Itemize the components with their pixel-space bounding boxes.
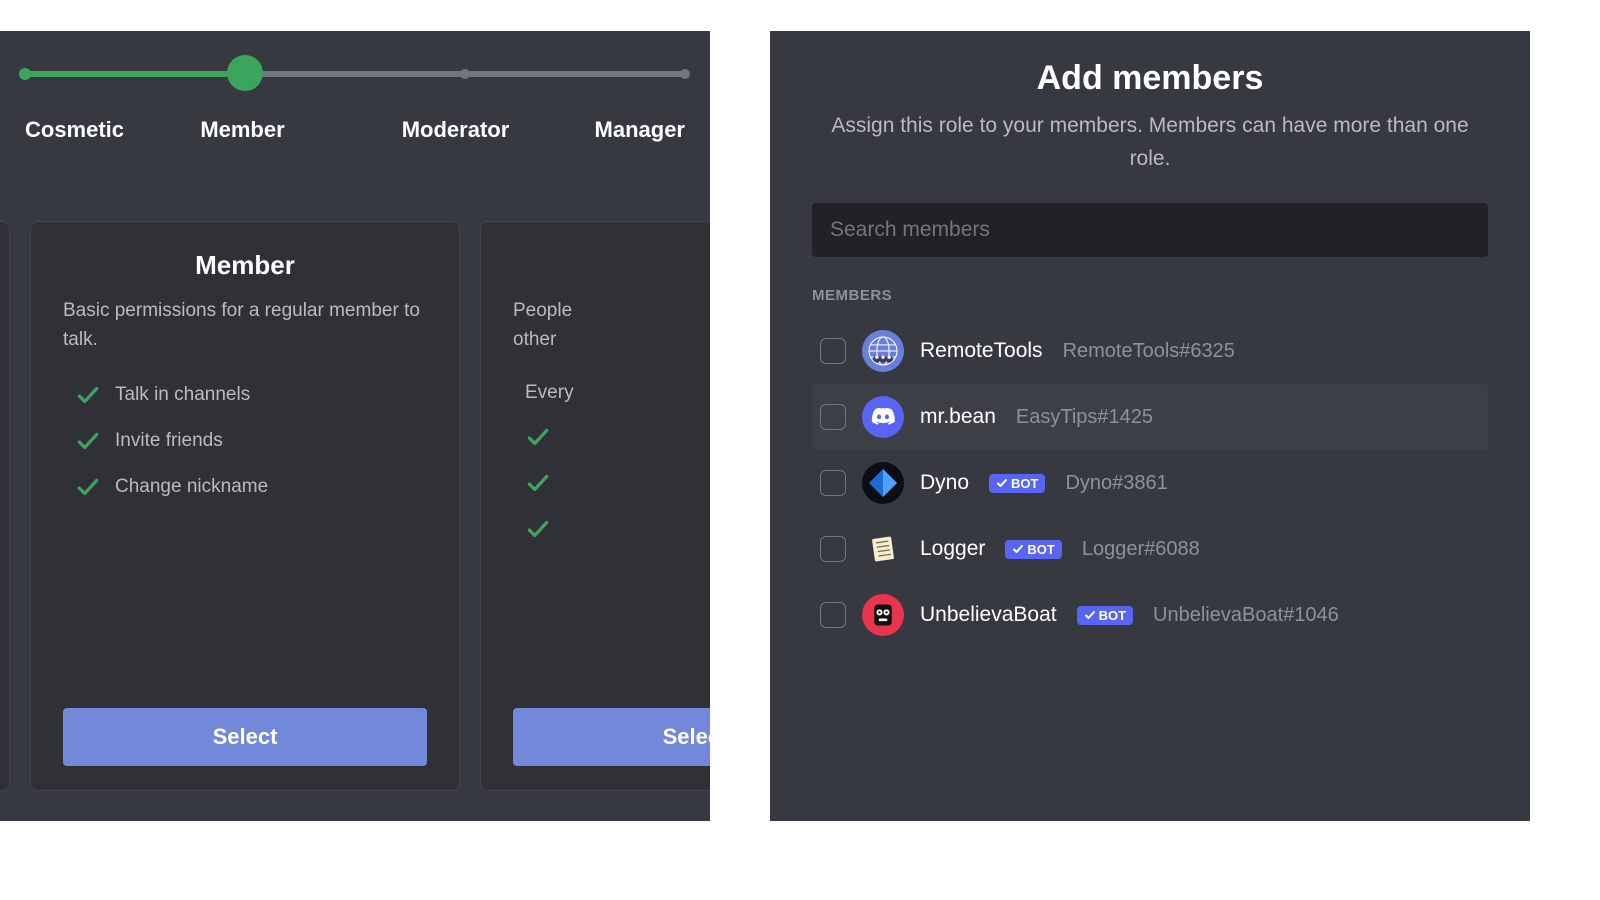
- member-name: mr.bean: [920, 405, 996, 429]
- permission-item: [525, 506, 710, 552]
- stepper-labels: Cosmetic Member Moderator Manager: [25, 117, 685, 143]
- role-picker-panel: Cosmetic Member Moderator Manager bels S…: [0, 31, 710, 821]
- select-button[interactable]: Select: [513, 708, 710, 766]
- permission-label: Talk in channels: [115, 384, 250, 406]
- role-card-cosmetic: bels Select: [0, 221, 10, 791]
- check-icon: [75, 428, 101, 454]
- bot-badge: BOT: [989, 474, 1045, 493]
- member-name: RemoteTools: [920, 339, 1043, 363]
- add-members-title: Add members: [812, 59, 1488, 98]
- permission-item: Invite friends: [75, 418, 427, 464]
- member-checkbox[interactable]: [820, 470, 846, 496]
- member-checkbox[interactable]: [820, 602, 846, 628]
- member-checkbox[interactable]: [820, 404, 846, 430]
- check-icon: [75, 474, 101, 500]
- stepper-fill: [25, 71, 245, 77]
- member-row[interactable]: UnbelievaBoat BOT UnbelievaBoat#1046: [812, 582, 1488, 648]
- check-icon: [525, 470, 551, 496]
- avatar: [862, 396, 904, 438]
- check-icon: [525, 424, 551, 450]
- member-tag: Dyno#3861: [1065, 472, 1167, 495]
- member-tag: UnbelievaBoat#1046: [1153, 604, 1339, 627]
- permission-label: Invite friends: [115, 430, 223, 452]
- permission-item: Change nickname: [75, 464, 427, 510]
- bot-badge-label: BOT: [1027, 542, 1054, 557]
- role-card-member: Member Basic permissions for a regular m…: [30, 221, 460, 791]
- bot-badge-label: BOT: [1099, 608, 1126, 623]
- member-tag: RemoteTools#6325: [1063, 340, 1235, 363]
- member-name: Logger: [920, 537, 985, 561]
- permissions-list: Talk in channels Invite friends Change n…: [75, 372, 427, 708]
- stepper-dot-moderator[interactable]: [460, 69, 470, 79]
- step-label-member[interactable]: Member: [160, 117, 325, 143]
- member-tag: EasyTips#1425: [1016, 406, 1153, 429]
- search-members-input[interactable]: [812, 203, 1488, 257]
- avatar: [862, 462, 904, 504]
- permissions-list: Every: [525, 372, 710, 708]
- permission-label: Every: [525, 382, 574, 404]
- role-stepper[interactable]: [25, 59, 685, 99]
- add-members-panel: Add members Assign this role to your mem…: [770, 31, 1530, 821]
- permission-label: Change nickname: [115, 476, 268, 498]
- stepper-dot-cosmetic[interactable]: [19, 68, 31, 80]
- avatar: [862, 528, 904, 570]
- permission-item: [525, 460, 710, 506]
- bot-badge-label: BOT: [1011, 476, 1038, 491]
- permission-item: [525, 414, 710, 460]
- permission-item: Talk in channels: [75, 372, 427, 418]
- check-icon: [525, 516, 551, 542]
- member-name: Dyno: [920, 471, 969, 495]
- avatar: [862, 594, 904, 636]
- members-section-label: MEMBERS: [812, 287, 1488, 304]
- stepper-dot-manager[interactable]: [680, 69, 690, 79]
- permission-item: Every: [525, 372, 710, 414]
- member-row[interactable]: Logger BOT Logger#6088: [812, 516, 1488, 582]
- step-label-moderator[interactable]: Moderator: [373, 117, 538, 143]
- step-label-manager[interactable]: Manager: [520, 117, 685, 143]
- member-tag: Logger#6088: [1082, 538, 1200, 561]
- role-card-description: Basic permissions for a regular member t…: [63, 297, 427, 354]
- select-button[interactable]: Select: [63, 708, 427, 766]
- member-row[interactable]: Dyno BOT Dyno#3861: [812, 450, 1488, 516]
- role-card-title: [513, 250, 710, 281]
- stepper-knob[interactable]: [227, 55, 263, 91]
- role-cards-row: bels Select Member Basic permissions for…: [0, 221, 710, 791]
- role-card-moderator: People other Every: [480, 221, 710, 791]
- add-members-subtitle: Assign this role to your members. Member…: [812, 110, 1488, 175]
- member-row[interactable]: mr.bean EasyTips#1425: [812, 384, 1488, 450]
- member-checkbox[interactable]: [820, 338, 846, 364]
- bot-badge: BOT: [1005, 540, 1061, 559]
- bot-badge: BOT: [1077, 606, 1133, 625]
- member-name: UnbelievaBoat: [920, 603, 1057, 627]
- role-card-title: Member: [63, 250, 427, 281]
- member-list: RemoteTools RemoteTools#6325 mr.bean EasyTi…: [812, 318, 1488, 648]
- member-checkbox[interactable]: [820, 536, 846, 562]
- avatar: [862, 330, 904, 372]
- check-icon: [75, 382, 101, 408]
- member-row[interactable]: RemoteTools RemoteTools#6325: [812, 318, 1488, 384]
- role-card-description: People other: [513, 297, 710, 354]
